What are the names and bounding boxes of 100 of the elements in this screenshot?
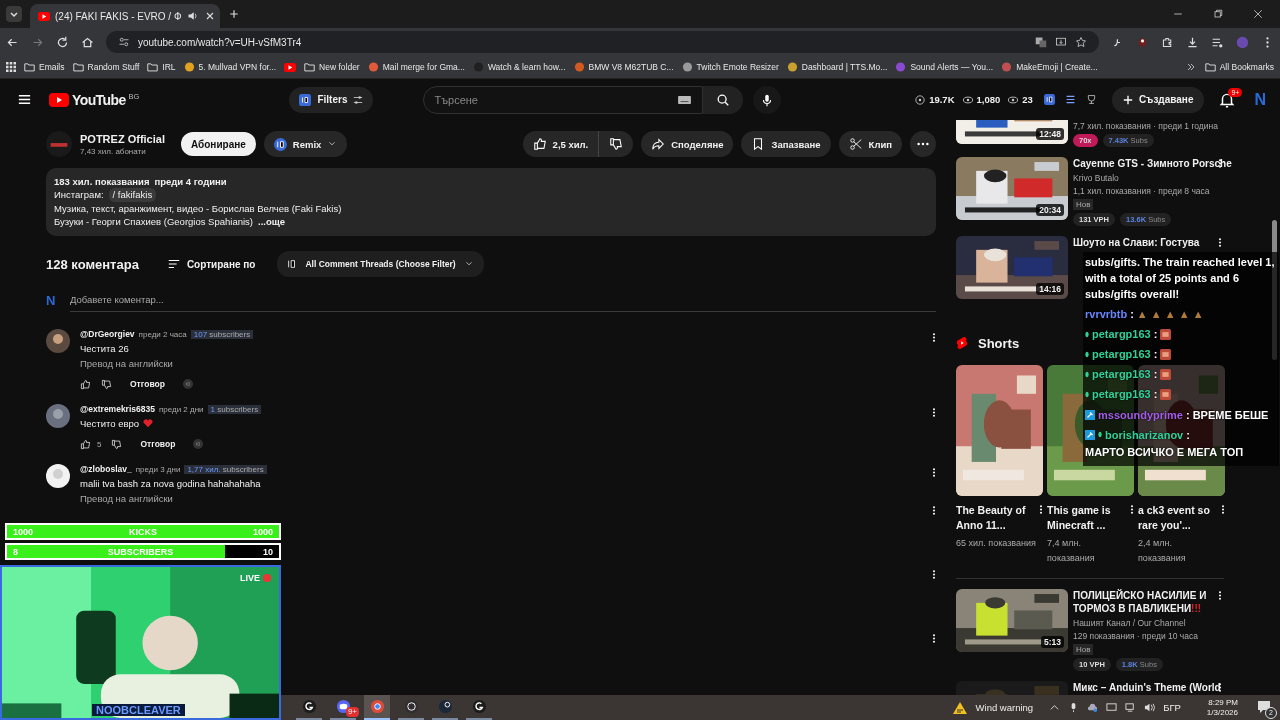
bookmark[interactable]: IRL bbox=[147, 62, 176, 72]
remix-button[interactable]: Remix bbox=[263, 131, 348, 157]
video-title[interactable]: Cayenne GTS - Зимното Porsche bbox=[1073, 157, 1240, 170]
trophy-icon[interactable] bbox=[1085, 94, 1097, 105]
keyboard-icon[interactable] bbox=[678, 95, 692, 104]
microphone-button[interactable] bbox=[753, 85, 782, 114]
user-avatar[interactable] bbox=[46, 404, 70, 428]
weather-text[interactable]: Wind warning bbox=[975, 702, 1034, 713]
more-button[interactable] bbox=[910, 131, 936, 157]
star-icon[interactable] bbox=[1075, 36, 1087, 48]
channel-avatar[interactable] bbox=[46, 131, 72, 157]
reply-button[interactable]: Отговор bbox=[132, 436, 184, 452]
description-panel[interactable]: 183 хил. показвания преди 4 години Инстаграм: / fakifakis Музика, текст, аранжимент, видео - Борислав Велчев (Faki Fakis) Бузуки - Георги Спахиев (Georgios Spahianis) ...още bbox=[46, 168, 936, 236]
more-icon[interactable] bbox=[1218, 681, 1222, 694]
translate-link[interactable]: Превод на английски bbox=[80, 493, 173, 504]
user-avatar[interactable] bbox=[46, 464, 70, 488]
video-title[interactable]: ПОЛИЦЕЙСКО НАСИЛИЕ И ТОРМОЗ В ПАВЛИКЕНИ!!! bbox=[1073, 589, 1240, 615]
video-title[interactable]: Шоуто на Слави: Гостува bbox=[1073, 236, 1240, 249]
warning-icon[interactable] bbox=[951, 700, 968, 715]
short-title[interactable]: a ck3 event so rare you'... bbox=[1138, 503, 1219, 533]
filters-button[interactable]: Filters bbox=[289, 86, 374, 113]
bookmark[interactable]: Mail merge for Gma... bbox=[367, 62, 465, 72]
instagram-link[interactable]: / fakifakis bbox=[108, 188, 157, 202]
download-icon[interactable] bbox=[1186, 35, 1199, 49]
subscribe-button[interactable]: Абониране bbox=[180, 132, 256, 156]
display-icon[interactable] bbox=[1106, 702, 1118, 713]
dislike-icon[interactable] bbox=[101, 378, 112, 390]
extension-icon[interactable] bbox=[1043, 94, 1055, 105]
more-icon[interactable] bbox=[1218, 589, 1222, 602]
volume-icon[interactable] bbox=[1144, 702, 1156, 713]
site-info-icon[interactable] bbox=[118, 36, 130, 48]
bookmark[interactable]: Emails bbox=[24, 62, 65, 72]
more-icon[interactable] bbox=[1130, 503, 1134, 516]
logo-text[interactable]: YouTube bbox=[72, 91, 126, 108]
clip-button[interactable]: Клип bbox=[838, 131, 902, 157]
close-icon[interactable] bbox=[1252, 8, 1264, 20]
youtube-icon[interactable] bbox=[49, 92, 69, 107]
install-icon[interactable] bbox=[1055, 36, 1067, 48]
tab-list-icon[interactable] bbox=[6, 6, 22, 22]
new-tab-icon[interactable] bbox=[228, 8, 240, 20]
show-more-link[interactable]: ...още bbox=[258, 215, 286, 229]
more-icon[interactable] bbox=[1221, 503, 1225, 516]
user-avatar[interactable] bbox=[46, 329, 70, 353]
video-title[interactable]: Микс – Anduin's Theme (World bbox=[1073, 681, 1240, 694]
short-title[interactable]: The Beauty of Anno 11... bbox=[956, 503, 1037, 533]
comment-author[interactable]: @DrGeorgiev bbox=[80, 329, 135, 339]
comment-author[interactable]: @extremekris6835 bbox=[80, 404, 155, 414]
translate-link[interactable]: Превод на английски bbox=[80, 358, 173, 369]
more-icon[interactable] bbox=[1039, 503, 1043, 516]
short-title[interactable]: This game is Minecraft ... bbox=[1047, 503, 1128, 533]
network-icon[interactable] bbox=[1125, 702, 1137, 713]
list-icon[interactable] bbox=[1064, 94, 1076, 105]
more-icon[interactable] bbox=[932, 406, 936, 419]
dislike-button[interactable] bbox=[599, 131, 634, 157]
like-icon[interactable] bbox=[80, 438, 91, 450]
sort-button[interactable]: Сортиране по bbox=[160, 256, 262, 272]
extension-icon[interactable] bbox=[1136, 35, 1149, 49]
share-button[interactable]: Споделяне bbox=[641, 131, 734, 157]
create-button[interactable]: Създаване bbox=[1111, 86, 1205, 113]
address-field[interactable]: youtube.com/watch?v=UH-vSfM3Tr4 bbox=[106, 31, 1099, 53]
bookmark[interactable]: Twitch Emote Resizer bbox=[681, 62, 779, 72]
like-button[interactable]: 2,5 хил. bbox=[522, 131, 600, 157]
more-icon[interactable] bbox=[1218, 236, 1222, 249]
clock[interactable]: 8:29 PM 1/3/2026 bbox=[1206, 697, 1238, 718]
language-indicator[interactable]: БГР bbox=[1163, 702, 1181, 713]
message-icon[interactable] bbox=[1256, 698, 1272, 715]
search-field[interactable]: Търсене bbox=[423, 85, 704, 114]
reply-button[interactable]: Отговор bbox=[122, 376, 173, 392]
channel-name[interactable]: POTREZ Official bbox=[80, 132, 165, 145]
more-icon[interactable] bbox=[932, 504, 936, 517]
account-avatar[interactable]: N bbox=[1254, 90, 1266, 109]
chevron-icon[interactable] bbox=[1049, 702, 1061, 713]
comment-author[interactable]: @zloboslav_ bbox=[80, 464, 132, 474]
bookmark[interactable]: Sound Alerts — You... bbox=[895, 62, 994, 72]
more-icon[interactable] bbox=[932, 331, 936, 344]
save-button[interactable]: Запазване bbox=[741, 131, 831, 157]
search-button[interactable] bbox=[703, 85, 744, 114]
browser-tab[interactable]: (24) FAKI FAKIS - EVRO / Ф bbox=[30, 4, 220, 28]
reload-icon[interactable] bbox=[56, 35, 69, 49]
cloud-icon[interactable] bbox=[1087, 702, 1099, 713]
home-icon[interactable] bbox=[81, 35, 94, 49]
comment-field[interactable]: Добавете коментар... bbox=[70, 288, 936, 312]
channel-name[interactable]: Krivo Butalo bbox=[1073, 173, 1240, 183]
puzzle-icon[interactable] bbox=[1161, 35, 1174, 49]
menu-icon[interactable] bbox=[17, 92, 32, 107]
bookmark[interactable]: Dashboard | TTS.Mo... bbox=[786, 62, 888, 72]
taskbar-app[interactable]: 9+ bbox=[330, 695, 356, 720]
translate-icon[interactable] bbox=[1035, 36, 1047, 48]
bookmark[interactable]: BMW V8 M62TUB C... bbox=[573, 62, 674, 72]
dislike-icon[interactable] bbox=[111, 438, 123, 450]
speaker-icon[interactable] bbox=[186, 10, 199, 22]
comment-filter-dropdown[interactable]: All Comment Threads (Choose Filter) bbox=[277, 251, 484, 277]
bookmark[interactable]: Random Stuff bbox=[72, 62, 140, 72]
apps-icon[interactable] bbox=[6, 62, 16, 72]
channel-name[interactable]: Нашият Канал / Our Channel bbox=[1073, 618, 1240, 628]
bookmark[interactable]: 5. Mullvad VPN for... bbox=[183, 62, 277, 72]
bookmark[interactable]: Watch & learn how... bbox=[472, 62, 566, 72]
all-bookmarks[interactable]: All Bookmarks bbox=[1204, 62, 1274, 72]
more-icon[interactable] bbox=[932, 466, 936, 479]
bookmark[interactable]: New folder bbox=[304, 62, 360, 72]
